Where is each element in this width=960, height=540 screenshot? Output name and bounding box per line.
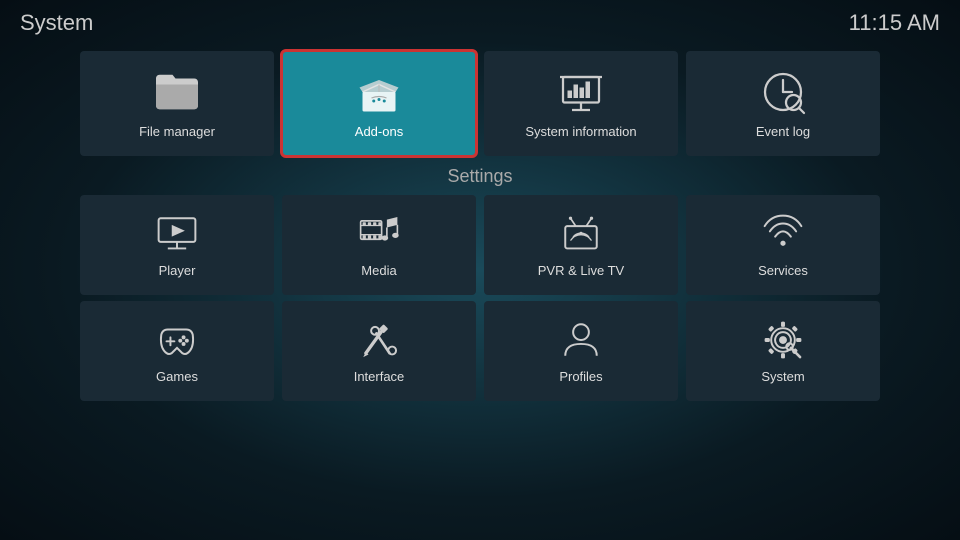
tile-event-log-label: Event log — [756, 124, 810, 139]
system-icon — [762, 319, 804, 361]
top-tiles-row: File manager Add-ons — [0, 51, 960, 156]
tile-event-log[interactable]: Event log — [686, 51, 880, 156]
tile-file-manager[interactable]: File manager — [80, 51, 274, 156]
tile-add-ons[interactable]: Add-ons — [282, 51, 476, 156]
interface-icon — [358, 319, 400, 361]
tile-services-label: Services — [758, 263, 808, 278]
profiles-icon — [560, 319, 602, 361]
tile-media-label: Media — [361, 263, 396, 278]
tile-system[interactable]: System — [686, 301, 880, 401]
settings-grid: Player — [0, 195, 960, 401]
tile-system-information[interactable]: System information — [484, 51, 678, 156]
settings-row-2: Games Interface Profiles — [80, 301, 880, 401]
tile-games-label: Games — [156, 369, 198, 384]
settings-row-1: Player — [80, 195, 880, 295]
event-log-icon — [759, 68, 807, 116]
tile-player-label: Player — [159, 263, 196, 278]
services-icon — [762, 213, 804, 255]
tile-profiles[interactable]: Profiles — [484, 301, 678, 401]
games-icon — [156, 319, 198, 361]
header: System 11:15 AM — [0, 0, 960, 46]
media-icon — [358, 213, 400, 255]
tile-system-information-label: System information — [525, 124, 636, 139]
tile-games[interactable]: Games — [80, 301, 274, 401]
tile-media[interactable]: Media — [282, 195, 476, 295]
settings-section-label: Settings — [0, 166, 960, 187]
tile-file-manager-label: File manager — [139, 124, 215, 139]
system-info-icon — [557, 68, 605, 116]
tile-services[interactable]: Services — [686, 195, 880, 295]
clock: 11:15 AM — [849, 10, 940, 36]
addons-icon — [355, 68, 403, 116]
tile-interface-label: Interface — [354, 369, 405, 384]
tile-add-ons-label: Add-ons — [355, 124, 403, 139]
tile-pvr-live-tv[interactable]: PVR & Live TV — [484, 195, 678, 295]
tile-pvr-live-tv-label: PVR & Live TV — [538, 263, 624, 278]
folder-icon — [153, 68, 201, 116]
tile-profiles-label: Profiles — [559, 369, 602, 384]
player-icon — [156, 213, 198, 255]
tile-system-label: System — [761, 369, 804, 384]
tile-interface[interactable]: Interface — [282, 301, 476, 401]
tile-player[interactable]: Player — [80, 195, 274, 295]
page-title: System — [20, 10, 93, 36]
pvr-icon — [560, 213, 602, 255]
